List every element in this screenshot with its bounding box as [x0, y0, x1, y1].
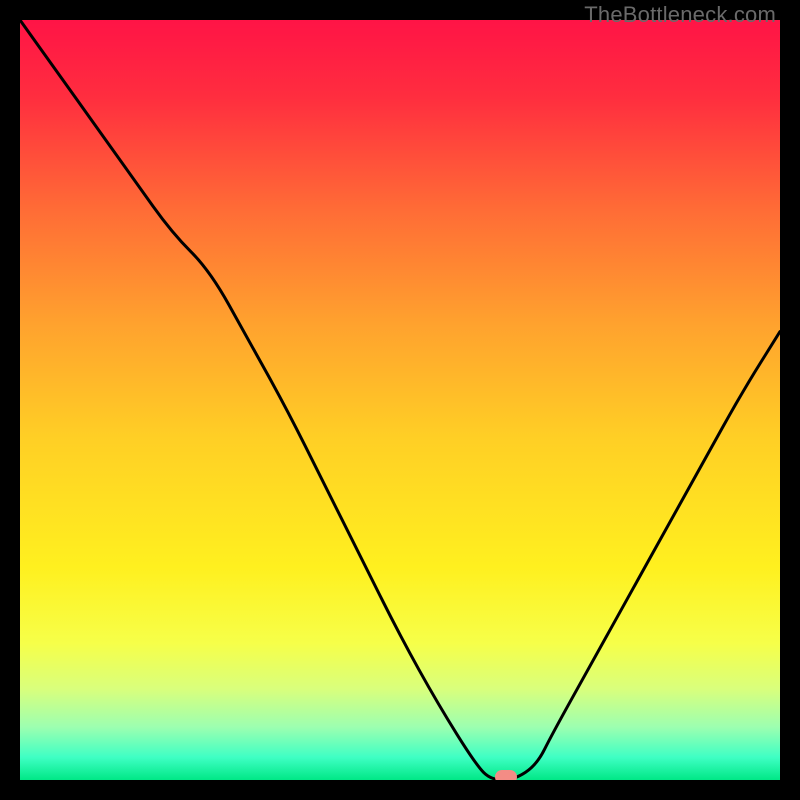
bottleneck-curve [20, 20, 780, 780]
optimal-marker [495, 770, 517, 780]
chart-container: TheBottleneck.com [0, 0, 800, 800]
plot-area [20, 20, 780, 780]
